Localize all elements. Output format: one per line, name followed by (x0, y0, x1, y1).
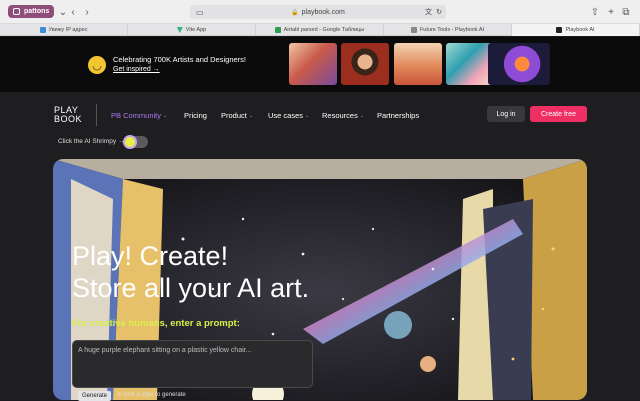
nav-product[interactable]: Product ⌄ (221, 111, 253, 120)
tab-4-active[interactable]: Playbook AI (512, 24, 640, 36)
tab-label: Vite App (185, 27, 207, 33)
playbook-icon (556, 27, 563, 33)
chevron-down-icon: ⌄ (248, 112, 254, 119)
translate-icon[interactable]: 文 (425, 7, 432, 17)
artwork-thumbnail[interactable] (341, 43, 389, 85)
nav-label: Use cases (268, 111, 304, 120)
prompt-placeholder: A huge purple elephant sitting on a plas… (78, 347, 252, 354)
artwork-thumbnail[interactable] (394, 43, 442, 85)
tab-label: Playbook AI (565, 27, 595, 33)
tab-0[interactable]: Увижу IP адрес (0, 24, 128, 36)
chevron-down-icon[interactable]: ⌄ (58, 5, 68, 19)
create-free-button[interactable]: Create free (530, 106, 587, 122)
nav-label: Pricing (184, 111, 207, 120)
hero-line-2: Store all your AI art. (72, 273, 310, 303)
tab-1[interactable]: Vite App (128, 24, 256, 36)
hero-line-1: Play! Create! (72, 241, 229, 271)
profile-button[interactable]: pattons (8, 5, 55, 18)
smiley-icon: ◡ (88, 56, 106, 74)
new-tab-icon[interactable]: + (606, 5, 616, 19)
reload-icon[interactable]: ↻ (436, 8, 442, 16)
artwork-thumbnail[interactable] (488, 43, 550, 85)
tab-overview-icon[interactable]: ⧉ (620, 5, 632, 19)
shrimpy-label: Click the AI Shrimpy → (58, 138, 125, 145)
nav-use-cases[interactable]: Use cases ⌄ (268, 111, 309, 120)
artwork-thumbnail[interactable] (446, 43, 494, 85)
globe-icon (39, 27, 46, 33)
artwork-thumbnail[interactable] (289, 43, 337, 85)
chevron-down-icon: ⌄ (163, 112, 168, 119)
nav-pricing[interactable]: Pricing (184, 111, 207, 120)
tab-3[interactable]: Future Tools - Playbook AI (384, 24, 512, 36)
login-button[interactable]: Log in (487, 106, 525, 122)
banner-title: Celebrating 700K Artists and Designers! (113, 55, 246, 64)
back-icon[interactable]: ‹ (68, 5, 78, 19)
tab-bar: Увижу IP адрес Vite App Airtabl parsed -… (0, 24, 640, 36)
nav-label: Partnerships (377, 111, 420, 120)
page-icon: ▭ (196, 7, 204, 17)
browser-toolbar: pattons ⌄ ‹ › ▭ 🔒 playbook.com 文 ↻ ⇧ + ⧉ (0, 0, 640, 24)
tab-label: Future Tools - Playbook AI (419, 27, 485, 33)
tab-label: Airtabl parsed - Google Таблицы (283, 27, 365, 33)
hero-subtitle: For creative humans, enter a prompt: (72, 318, 240, 329)
sidebar-icon (13, 8, 20, 15)
profile-label: pattons (24, 8, 50, 15)
share-icon[interactable]: ⇧ (590, 5, 600, 19)
nav-pb-community[interactable]: PB Community ⌄ (111, 111, 167, 120)
forward-icon[interactable]: › (82, 5, 92, 19)
nav-partnerships[interactable]: Partnerships (377, 111, 419, 120)
tab-2[interactable]: Airtabl parsed - Google Таблицы (256, 24, 384, 36)
shrimpy-toggle[interactable] (124, 136, 148, 148)
hero-heading: Play! Create! Store all your AI art. (72, 240, 309, 304)
get-inspired-link[interactable]: Get inspired → (113, 66, 160, 73)
chevron-down-icon: ⌄ (359, 112, 365, 119)
page-icon (410, 27, 417, 33)
toggle-knob (125, 137, 135, 147)
nav-resources[interactable]: Resources ⌄ (322, 111, 364, 120)
divider (96, 104, 97, 126)
chevron-down-icon: ⌄ (305, 112, 310, 119)
url-text: playbook.com (301, 8, 345, 16)
vite-icon (176, 27, 183, 33)
tab-label: Увижу IP адрес (48, 27, 88, 33)
logo-bottom: BOOK (54, 114, 83, 124)
pick-style-text: or pick a style to generate (117, 392, 186, 398)
nav-label: PB Community (111, 111, 162, 120)
nav-label: Resources (322, 111, 358, 120)
nav-label: Product (221, 111, 247, 120)
lock-icon: 🔒 (291, 9, 299, 16)
playbook-logo[interactable]: PLAY BOOK (54, 106, 82, 124)
sheets-icon (274, 27, 281, 33)
address-bar[interactable]: ▭ 🔒 playbook.com 文 ↻ (190, 5, 446, 19)
